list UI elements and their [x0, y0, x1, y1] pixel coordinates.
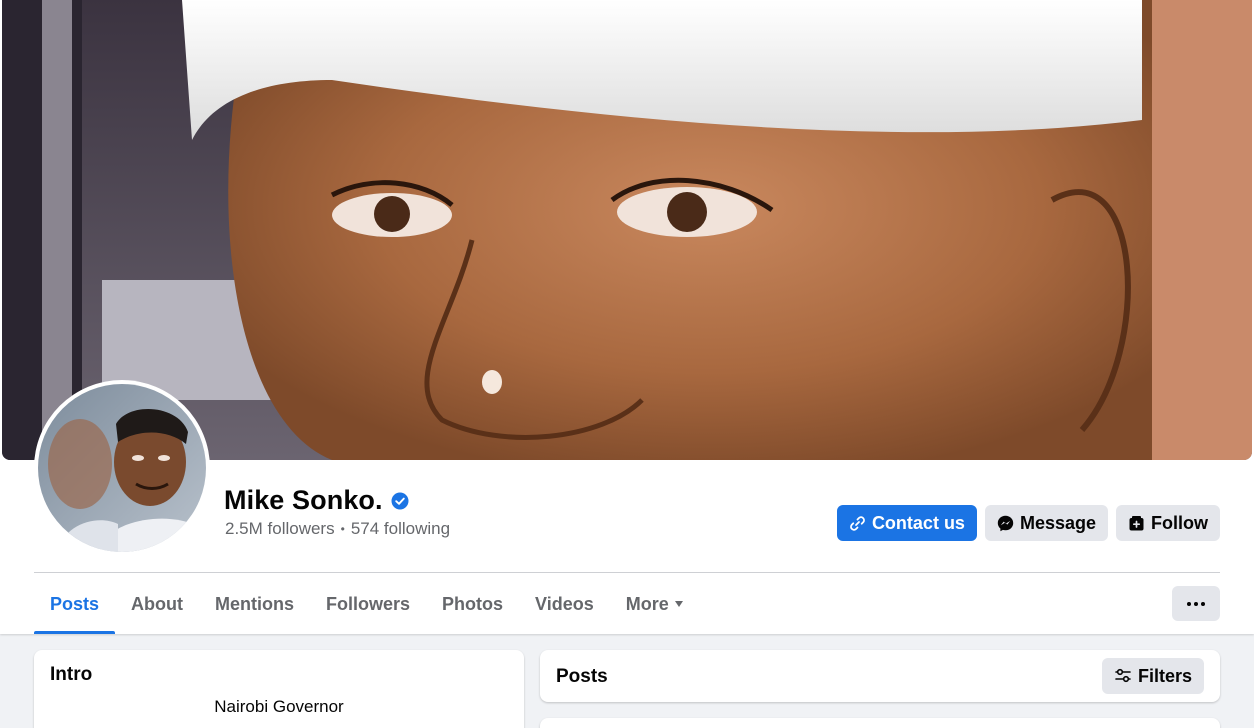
- tab-more[interactable]: More: [610, 574, 699, 634]
- filters-icon: [1115, 668, 1131, 683]
- posts-card: Posts Filters: [540, 650, 1220, 702]
- following-count[interactable]: 574 following: [351, 519, 450, 539]
- intro-card: Intro Nairobi Governor: [34, 650, 524, 728]
- tab-label: Photos: [442, 593, 504, 614]
- tab-label: Mentions: [215, 593, 295, 614]
- ellipsis-dot: [1201, 601, 1205, 606]
- cover-image: [2, 0, 1252, 460]
- filters-label: Filters: [1137, 665, 1192, 686]
- tab-label: Videos: [535, 593, 594, 614]
- avatar-image: [38, 384, 206, 552]
- message-label: Message: [1019, 512, 1096, 533]
- posts-title: Posts: [556, 666, 608, 687]
- tab-label: More: [625, 593, 669, 614]
- contact-us-button[interactable]: Contact us: [836, 505, 977, 541]
- follow-label: Follow: [1151, 512, 1208, 533]
- intro-title: Intro: [50, 664, 93, 685]
- tab-about[interactable]: About: [115, 574, 199, 634]
- cover-photo[interactable]: [2, 0, 1252, 460]
- messenger-icon: [997, 515, 1014, 531]
- tab-mentions[interactable]: Mentions: [199, 574, 310, 634]
- tab-photos[interactable]: Photos: [426, 574, 519, 634]
- profile-stats: 2.5M followers • 574 following: [225, 519, 450, 539]
- caret-down-icon: [674, 601, 683, 607]
- contact-us-label: Contact us: [871, 512, 965, 533]
- followers-count[interactable]: 2.5M followers: [225, 519, 335, 539]
- profile-tabs: Posts About Mentions Followers Photos Vi…: [34, 574, 699, 634]
- more-options-button[interactable]: [1172, 586, 1220, 621]
- post-composer-card: [540, 718, 1220, 728]
- tab-followers[interactable]: Followers: [310, 574, 426, 634]
- filters-button[interactable]: Filters: [1101, 658, 1204, 694]
- tab-videos[interactable]: Videos: [519, 574, 610, 634]
- follow-button[interactable]: Follow: [1116, 505, 1220, 541]
- ellipsis-dot: [1187, 601, 1191, 606]
- tab-label: Posts: [50, 593, 100, 614]
- profile-avatar[interactable]: [34, 380, 210, 556]
- ellipsis-dot: [1194, 601, 1198, 606]
- tab-label: About: [131, 593, 184, 614]
- profile-name-row: Mike Sonko.: [224, 484, 409, 516]
- tab-label: Followers: [326, 593, 411, 614]
- profile-name: Mike Sonko.: [224, 484, 383, 515]
- profile-actions: Contact us Message Follow: [836, 505, 1220, 541]
- intro-bio: Nairobi Governor: [214, 697, 344, 716]
- header-divider: [34, 572, 1220, 573]
- profile-header: Mike Sonko. 2.5M followers • 574 followi…: [0, 0, 1254, 634]
- message-button[interactable]: Message: [984, 505, 1108, 541]
- verified-badge-icon: [391, 492, 409, 510]
- link-icon: [850, 515, 865, 531]
- tab-posts[interactable]: Posts: [34, 574, 116, 634]
- follow-page-icon: [1129, 515, 1144, 530]
- stats-separator: •: [340, 522, 345, 536]
